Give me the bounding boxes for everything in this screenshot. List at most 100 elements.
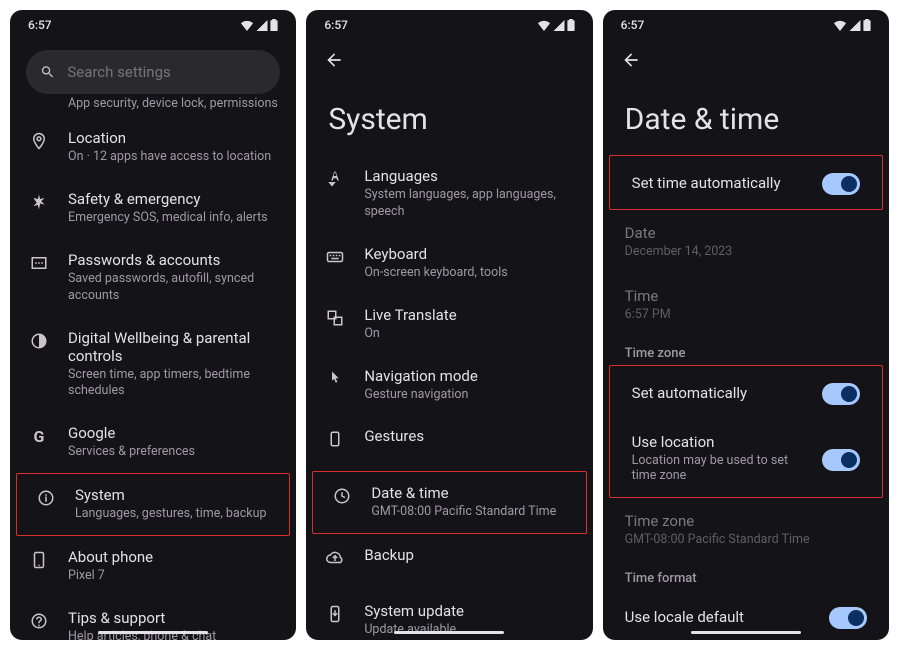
row-about-phone[interactable]: About phonePixel 7 [10,536,296,597]
status-icons [537,19,575,31]
status-icons [240,19,278,31]
info-icon [35,486,57,507]
row-date-time[interactable]: Date & time GMT-08:00 Pacific Standard Ti… [313,472,585,533]
row-title: Live Translate [364,306,574,324]
clock-icon [331,484,353,505]
row-title: System [75,486,271,504]
row-title: Time [625,287,867,305]
languages-icon [324,167,346,188]
row-gestures[interactable]: Gestures [306,415,592,471]
battery-icon [567,19,575,31]
row-use-location[interactable]: Use location Location may be used to set … [610,419,882,497]
row-sub: December 14, 2023 [625,244,867,259]
google-icon: G [28,424,50,446]
highlight-system: System Languages, gestures, time, backup [16,473,290,536]
settings-main-screen: 6:57 App security, device lock, permissi… [10,10,296,640]
status-bar: 6:57 [10,10,296,36]
row-languages[interactable]: Languages System languages, app languages… [306,155,592,233]
row-live-translate[interactable]: Live Translate On [306,294,592,355]
row-title: Languages [364,167,574,185]
row-sub: On-screen keyboard, tools [364,265,574,282]
row-navigation-mode[interactable]: Navigation modeGesture navigation [306,355,592,416]
row-passwords[interactable]: Passwords & accountsSaved passwords, aut… [10,239,296,317]
phone-icon [28,548,50,569]
row-sub: Location may be used to set time zone [632,453,808,483]
section-time-zone: Time zone [603,336,889,365]
row-safety[interactable]: Safety & emergency Emergency SOS, medical… [10,178,296,239]
row-set-tz-auto[interactable]: Set automatically [610,366,882,419]
row-title: Use locale default [625,608,815,626]
row-sub: Emergency SOS, medical info, alerts [68,210,278,227]
wifi-icon [833,20,847,31]
privacy-subtitle-partial: App security, device lock, permissions [10,96,296,117]
row-title: System update [364,602,574,620]
row-title: Tips & support [68,609,278,627]
toggle-set-tz-auto[interactable] [822,383,860,405]
row-google[interactable]: G GoogleServices & preferences [10,412,296,473]
row-time: Time 6:57 PM [603,273,889,336]
date-time-screen: 6:57 Date & time Set time automatically … [603,10,889,640]
back-row [306,36,592,76]
highlight-date-time: Date & time GMT-08:00 Pacific Standard Ti… [312,471,586,534]
row-sub: GMT-08:00 Pacific Standard Time [625,532,867,547]
signal-icon [849,20,861,31]
row-sub: Screen time, app timers, bedtime schedul… [68,367,278,401]
row-sub: 6:57 PM [625,307,867,322]
gestures-icon [324,427,346,448]
highlight-timezone-toggles: Set automatically Use location Location m… [609,365,883,498]
status-time: 6:57 [621,18,645,32]
row-sub: Pixel 7 [68,568,278,585]
help-icon [28,609,50,630]
search-settings[interactable] [26,50,280,94]
row-sub: System languages, app languages, speech [364,187,574,221]
highlight-set-time-auto: Set time automatically [609,155,883,210]
row-time-zone: Time zone GMT-08:00 Pacific Standard Time [603,498,889,561]
row-system[interactable]: System Languages, gestures, time, backup [17,474,289,535]
row-title: Location [68,129,278,147]
row-title: Set time automatically [632,174,808,192]
back-icon[interactable] [324,50,344,70]
row-sub: Languages, gestures, time, backup [75,506,271,523]
search-input[interactable] [67,63,266,81]
row-wellbeing[interactable]: Digital Wellbeing & parental controlsScr… [10,317,296,413]
nav-handle[interactable] [98,631,208,634]
search-icon [40,63,55,81]
row-title: Safety & emergency [68,190,278,208]
row-title: Date & time [371,484,567,502]
row-title: Keyboard [364,245,574,263]
status-time: 6:57 [28,18,52,32]
row-backup[interactable]: Backup [306,534,592,590]
row-title: Gestures [364,427,574,445]
toggle-use-location[interactable] [822,449,860,471]
wifi-icon [240,20,254,31]
nav-handle[interactable] [394,631,504,634]
row-title: Backup [364,546,574,564]
nav-handle[interactable] [691,631,801,634]
battery-icon [270,19,278,31]
toggle-set-time-auto[interactable] [822,173,860,195]
battery-icon [863,19,871,31]
row-set-time-auto[interactable]: Set time automatically [610,156,882,209]
row-date: Date December 14, 2023 [603,210,889,273]
row-location[interactable]: LocationOn · 12 apps have access to loca… [10,117,296,178]
status-bar: 6:57 [306,10,592,36]
location-icon [28,129,50,150]
row-title: Date [625,224,867,242]
key-icon [28,251,50,272]
row-title: Set automatically [632,384,808,402]
backup-icon [324,546,346,567]
back-icon[interactable] [621,50,641,70]
system-list: Languages System languages, app languages… [306,155,592,640]
row-title: Time zone [625,512,867,530]
status-time: 6:57 [324,18,348,32]
settings-list: LocationOn · 12 apps have access to loca… [10,117,296,640]
pointer-icon [324,367,346,388]
keyboard-icon [324,245,346,266]
toggle-use-locale[interactable] [829,607,867,629]
wellbeing-icon [28,329,50,350]
row-keyboard[interactable]: Keyboard On-screen keyboard, tools [306,233,592,294]
row-title: Use location [632,433,808,451]
row-sub: Services & preferences [68,444,278,461]
row-sub: On [364,326,574,343]
row-sub: GMT-08:00 Pacific Standard Time [371,504,567,521]
